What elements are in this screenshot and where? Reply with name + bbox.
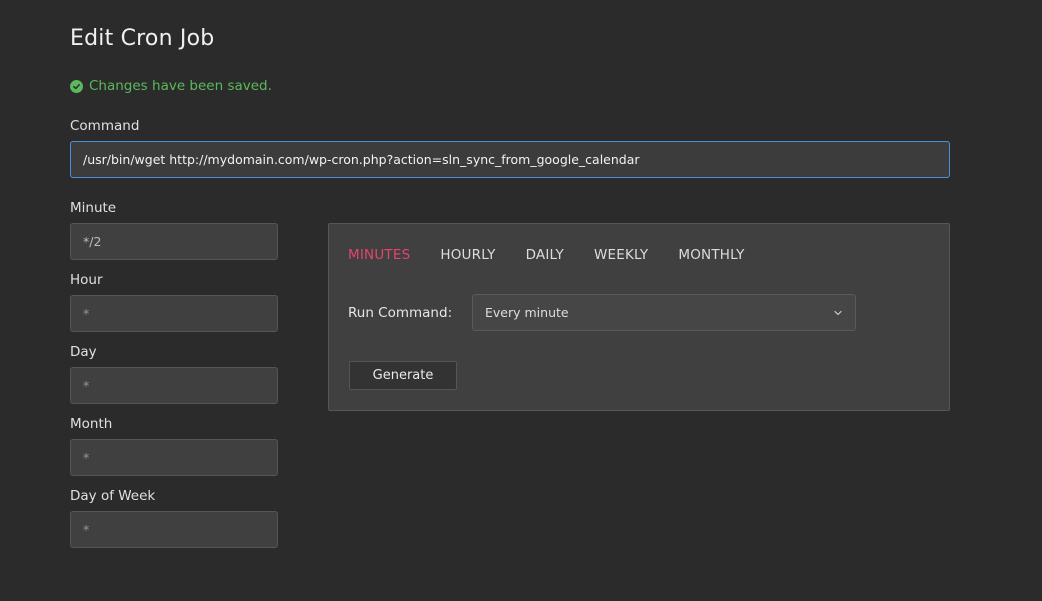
- check-circle-icon: [70, 79, 83, 93]
- minute-input[interactable]: [70, 223, 278, 260]
- tab-hourly[interactable]: HOURLY: [440, 247, 495, 263]
- cron-generator-panel: MINUTES HOURLY DAILY WEEKLY MONTHLY Run …: [328, 223, 950, 411]
- month-input[interactable]: [70, 439, 278, 476]
- page-title: Edit Cron Job: [70, 26, 215, 51]
- select-value: Every minute: [485, 305, 569, 320]
- chevron-down-icon: [834, 310, 842, 316]
- tab-minutes[interactable]: MINUTES: [348, 247, 410, 263]
- hour-label: Hour: [70, 272, 103, 288]
- minute-label: Minute: [70, 200, 117, 216]
- command-input[interactable]: [70, 141, 950, 178]
- command-label: Command: [70, 118, 140, 134]
- hour-input[interactable]: [70, 295, 278, 332]
- day-of-week-input[interactable]: [70, 511, 278, 548]
- tab-daily[interactable]: DAILY: [526, 247, 564, 263]
- day-of-week-label: Day of Week: [70, 488, 156, 504]
- day-input[interactable]: [70, 367, 278, 404]
- tab-weekly[interactable]: WEEKLY: [594, 247, 648, 263]
- generate-button[interactable]: Generate: [349, 361, 457, 390]
- notice-text: Changes have been saved.: [89, 78, 272, 94]
- success-notice: Changes have been saved.: [70, 78, 272, 94]
- run-command-select[interactable]: Every minute: [472, 294, 856, 331]
- day-label: Day: [70, 344, 97, 360]
- tab-monthly[interactable]: MONTHLY: [678, 247, 744, 263]
- run-command-label: Run Command:: [348, 305, 453, 321]
- month-label: Month: [70, 416, 113, 432]
- frequency-tabs: MINUTES HOURLY DAILY WEEKLY MONTHLY: [348, 247, 745, 263]
- edit-cron-job-page: Edit Cron Job Changes have been saved. C…: [0, 0, 1042, 601]
